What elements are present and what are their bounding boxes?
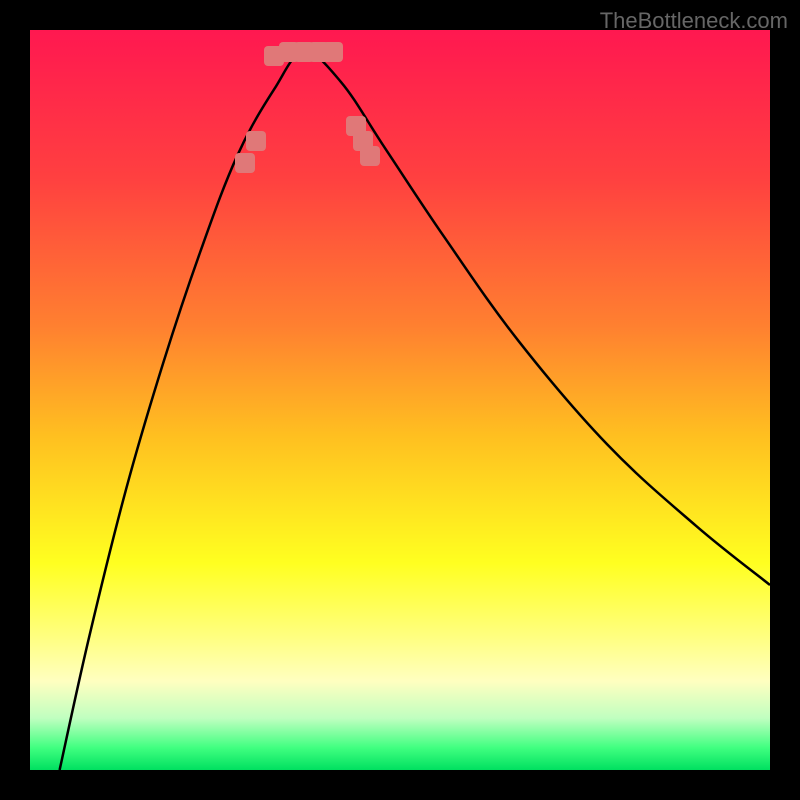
data-point [360,146,380,166]
data-point [235,153,255,173]
data-point [246,131,266,151]
watermark-text: TheBottleneck.com [600,8,788,34]
chart-container [30,30,770,770]
data-points-layer [30,30,770,770]
data-point [323,42,343,62]
